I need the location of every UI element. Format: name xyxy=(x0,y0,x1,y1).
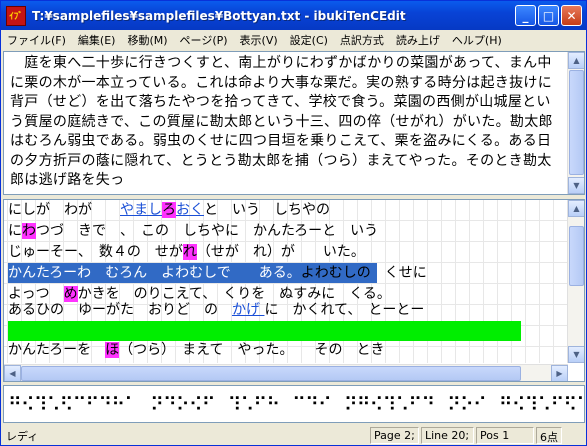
kana-line[interactable]: にわつづ きで 、 この しちやに かんたろーと いう xyxy=(8,221,378,242)
status-mode: レディ xyxy=(6,429,39,443)
menu-bar: ファイル(F) 編集(E) 移動(M) ページ(P) 表示(V) 設定(C) 点… xyxy=(1,30,586,49)
scroll-thumb[interactable] xyxy=(569,226,584,286)
kana-line[interactable]: じゅーそー、 数４の せがれ（せが れ）が いた。 xyxy=(8,242,365,263)
status-dots: 6点 xyxy=(536,426,562,444)
braille-kana-pane[interactable]: にしが わが やましろおくと いう しちやの にわつづ きで 、 この しちやに… xyxy=(3,199,585,382)
scroll-left-button[interactable]: ◀ xyxy=(4,365,21,381)
title-bar[interactable]: ｲﾌﾞ T:¥samplefiles¥samplefiles¥Bottyan.t… xyxy=(1,1,586,30)
scroll-thumb[interactable] xyxy=(21,366,521,381)
scroll-down-button[interactable]: ▼ xyxy=(568,346,584,363)
kana-line[interactable]: にしが わが やましろおくと いう しちやの xyxy=(8,200,330,221)
maximize-button[interactable]: □ xyxy=(538,5,559,26)
braille-vertical-scrollbar[interactable]: ▲ ▼ xyxy=(567,200,584,363)
scroll-up-button[interactable]: ▲ xyxy=(568,52,584,69)
current-line-highlight xyxy=(8,321,521,341)
scroll-right-button[interactable]: ▶ xyxy=(551,365,568,381)
source-text[interactable]: 庭を東へ二十歩に行きつくすと、南上がりにわずかばかりの菜園があって、まん中に栗の… xyxy=(10,54,565,191)
menu-edit[interactable]: 編集(E) xyxy=(72,32,122,48)
scroll-down-button[interactable]: ▼ xyxy=(568,177,584,194)
kana-line[interactable]: かんたろーわ むろん よわむしで ある。よわむしの くせに xyxy=(8,263,427,284)
source-vertical-scrollbar[interactable]: ▲ ▼ xyxy=(567,52,584,194)
status-pos: Pos 1 xyxy=(476,426,534,444)
kana-line[interactable]: かんたろーを ほ（つら） まえて やった。 その とき xyxy=(8,340,384,361)
horizontal-scrollbar[interactable]: ◀ ▶ xyxy=(4,364,568,381)
braille-cells: ⠛⠪⠹⠡⠫⠉⠋⠙⠓⠁⠀⠝⠙⠕⠪⠋⠀⠹⠡⠋⠓⠀⠉⠙⠊⠀⠝⠛⠪⠹⠡⠋⠙⠀⠝⠕⠊⠀⠛⠪… xyxy=(8,394,585,416)
menu-braille-method[interactable]: 点訳方式 xyxy=(334,32,390,48)
menu-view[interactable]: 表示(V) xyxy=(234,32,284,48)
status-page: Page 2; xyxy=(370,426,419,444)
scroll-thumb[interactable] xyxy=(569,70,584,175)
menu-file[interactable]: ファイル(F) xyxy=(1,32,72,48)
source-text-pane[interactable]: 庭を東へ二十歩に行きつくすと、南上がりにわずかばかりの菜園があって、まん中に栗の… xyxy=(3,51,585,195)
menu-move[interactable]: 移動(M) xyxy=(121,32,173,48)
kana-line[interactable]: あるひの ゆーがた おりど の かげ に かくれて、 とーとー xyxy=(8,300,424,321)
menu-help[interactable]: ヘルプ(H) xyxy=(446,32,508,48)
app-window: ｲﾌﾞ T:¥samplefiles¥samplefiles¥Bottyan.t… xyxy=(0,0,587,446)
window-title: T:¥samplefiles¥samplefiles¥Bottyan.txt -… xyxy=(32,8,406,23)
menu-settings[interactable]: 設定(C) xyxy=(284,32,334,48)
app-icon[interactable]: ｲﾌﾞ xyxy=(6,5,26,26)
minimize-button[interactable]: _ xyxy=(515,5,536,26)
menu-page[interactable]: ページ(P) xyxy=(174,32,234,48)
status-bar: レディ Page 2; Line 20; Pos 1 6点 xyxy=(1,425,586,445)
close-button[interactable]: ✕ xyxy=(561,5,582,26)
scroll-up-button[interactable]: ▲ xyxy=(568,200,584,217)
menu-read-aloud[interactable]: 読み上げ xyxy=(390,32,446,48)
braille-dots-pane[interactable]: ⠛⠪⠹⠡⠫⠉⠋⠙⠓⠁⠀⠝⠙⠕⠪⠋⠀⠹⠡⠋⠓⠀⠉⠙⠊⠀⠝⠛⠪⠹⠡⠋⠙⠀⠝⠕⠊⠀⠛⠪… xyxy=(3,385,585,423)
status-line: Line 20; xyxy=(421,426,474,444)
